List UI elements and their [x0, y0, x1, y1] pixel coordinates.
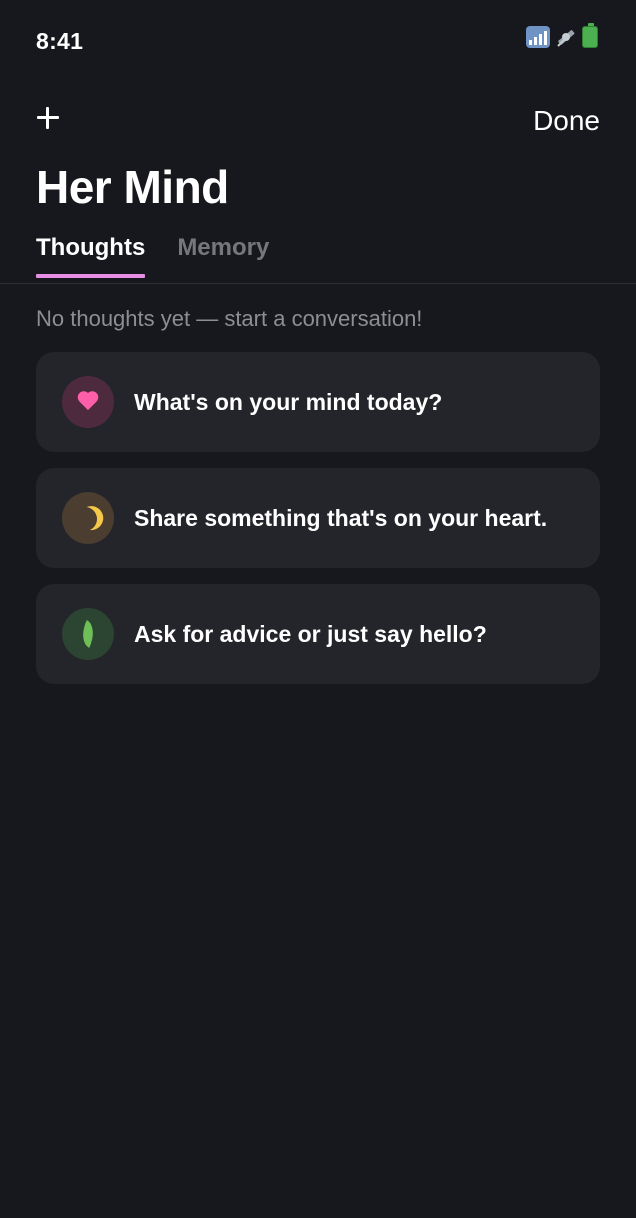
- add-button[interactable]: [34, 104, 62, 132]
- leaf-icon: [76, 620, 100, 648]
- status-time: 8:41: [36, 28, 84, 54]
- signal-icon: [526, 26, 550, 48]
- suggestion-card-advice[interactable]: Ask for advice or just say hello?: [36, 584, 600, 684]
- leaf-icon-badge: [62, 608, 114, 660]
- suggestion-card-heart[interactable]: Share something that's on your heart.: [36, 468, 600, 568]
- satellite-icon: [554, 26, 578, 48]
- battery-icon: [582, 23, 598, 48]
- suggestion-card-mind[interactable]: What's on your mind today?: [36, 352, 600, 452]
- moon-icon-badge: [62, 492, 114, 544]
- tab-memory[interactable]: Memory: [177, 234, 269, 278]
- empty-message: No thoughts yet — start a conversation!: [36, 306, 423, 331]
- tab-thoughts[interactable]: Thoughts: [36, 234, 146, 278]
- suggestion-label: What's on your mind today?: [134, 388, 443, 415]
- moon-icon: [71, 505, 99, 533]
- heart-icon: [77, 392, 99, 412]
- done-button[interactable]: Done: [533, 105, 600, 137]
- suggestion-label: Share something that's on your heart.: [134, 504, 548, 531]
- mind-screen: 8:41 Done Her Mind Thoughts Memory No th…: [0, 0, 636, 1218]
- page-title: Her Mind: [36, 161, 229, 213]
- tab-divider: [0, 283, 636, 284]
- heart-icon-badge: [62, 376, 114, 428]
- suggestion-label: Ask for advice or just say hello?: [134, 620, 487, 647]
- tab-bar: Thoughts Memory: [36, 234, 269, 278]
- status-icons: [526, 23, 598, 48]
